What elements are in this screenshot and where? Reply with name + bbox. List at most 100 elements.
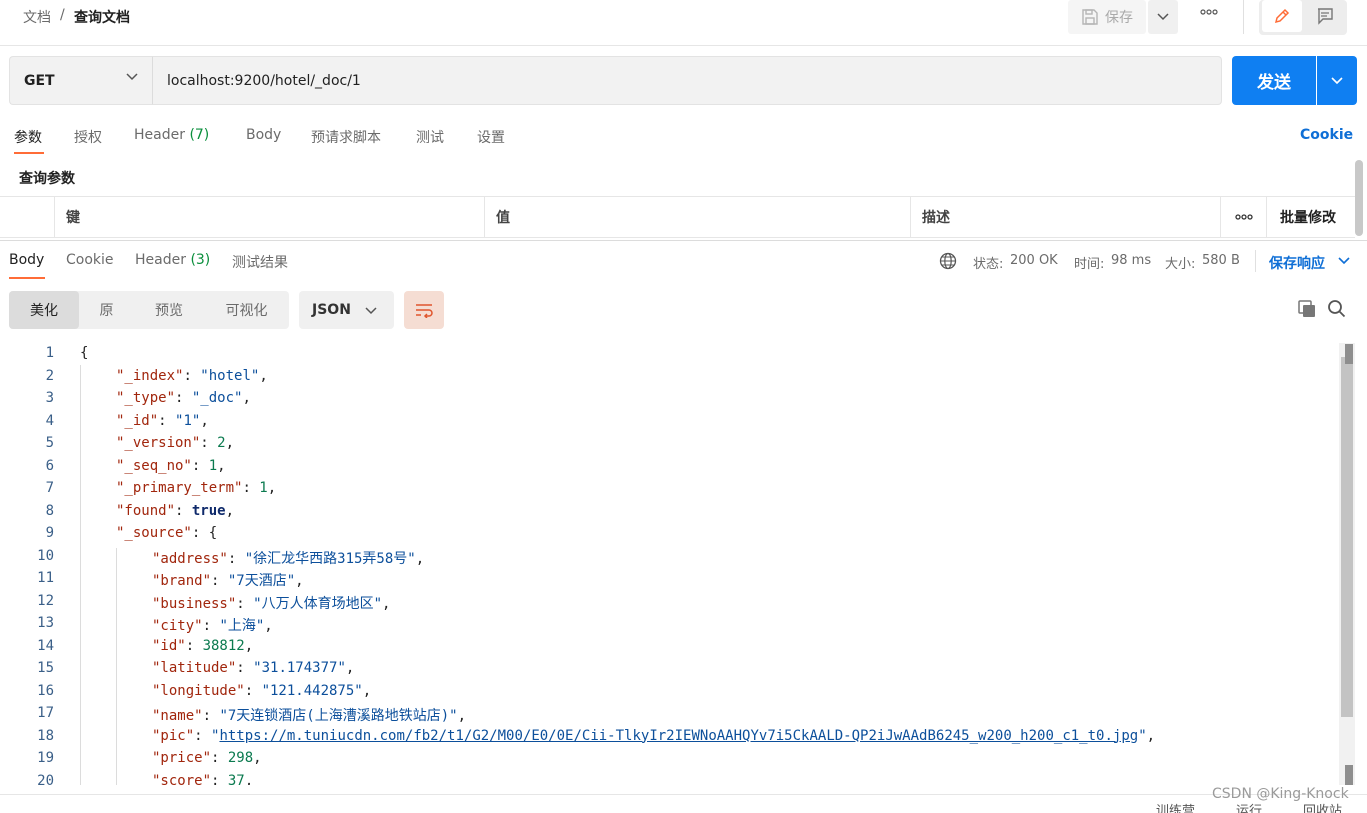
chevron-down-icon — [1331, 76, 1343, 84]
json-key: "found" — [116, 502, 176, 519]
json-token: 38812 — [202, 637, 245, 654]
editor-scroll-up[interactable] — [1345, 344, 1353, 364]
json-key: "_primary_term" — [116, 480, 243, 496]
json-token: : — [191, 457, 209, 474]
send-button[interactable]: 发送 — [1232, 56, 1316, 105]
json-token: : { — [191, 525, 218, 541]
format-value: JSON — [312, 302, 351, 318]
response-headers-count: (3) — [190, 252, 211, 268]
tab-body[interactable]: Body — [246, 127, 281, 143]
json-token: "徐汇龙华西路315弄58号" — [244, 550, 416, 567]
save-response-button[interactable]: 保存响应 — [1269, 253, 1325, 273]
indent-guide — [80, 365, 81, 785]
json-token: " — [1138, 727, 1147, 744]
chevron-down-icon — [365, 307, 377, 315]
globe-icon[interactable] — [939, 252, 957, 270]
json-token: , — [345, 660, 355, 676]
active-response-tab-indicator — [9, 277, 45, 279]
tab-headers[interactable]: Header (7) — [134, 127, 209, 143]
response-tab-body[interactable]: Body — [9, 252, 44, 268]
json-token: , — [225, 435, 235, 451]
line-number: 15 — [37, 660, 54, 676]
params-more-button[interactable] — [1220, 196, 1266, 238]
search-icon[interactable] — [1327, 299, 1347, 319]
time-value[interactable]: 98 ms — [1111, 253, 1151, 268]
json-token: , — [244, 772, 254, 786]
comments-mode-button[interactable] — [1305, 0, 1345, 32]
toolbar-divider — [1243, 0, 1244, 34]
json-url-link[interactable]: https://m.tuniucdn.com/fb2/t1/G2/M00/E0/… — [219, 728, 1138, 744]
json-token: 298 — [227, 750, 254, 766]
breadcrumb-parent[interactable]: 文档 — [23, 7, 51, 27]
footer-bootcamp[interactable]: 训练营 — [1156, 800, 1195, 813]
code-line: "price": 298, — [152, 750, 262, 766]
more-options-button[interactable] — [1194, 5, 1224, 27]
tab-prerequest-script[interactable]: 预请求脚本 — [311, 127, 381, 147]
send-dropdown-button[interactable] — [1317, 56, 1357, 105]
save-button[interactable]: 保存 — [1068, 0, 1146, 34]
json-token: : — [202, 708, 220, 724]
response-headers-label: Header — [135, 252, 186, 268]
wrap-lines-icon — [416, 304, 433, 318]
pane-divider[interactable] — [0, 240, 1367, 241]
bulk-edit-button[interactable]: 批量修改 — [1266, 196, 1355, 238]
view-pretty-button[interactable]: 美化 — [9, 291, 79, 329]
line-number: 17 — [37, 705, 54, 721]
response-tab-test-results[interactable]: 测试结果 — [232, 252, 288, 272]
response-body-editor[interactable]: 1 {2 "_index": "hotel", 3 "_type": "_doc", 4 "… — [0, 343, 1340, 785]
more-icon — [1234, 214, 1253, 220]
save-icon — [1082, 9, 1098, 25]
response-tab-headers[interactable]: Header (3) — [135, 252, 210, 268]
json-key: "latitude" — [152, 660, 237, 676]
tab-params[interactable]: 参数 — [14, 127, 42, 147]
json-token: , — [457, 708, 467, 724]
size-value[interactable]: 580 B — [1202, 253, 1240, 268]
comment-icon — [1318, 8, 1333, 25]
response-tab-cookies[interactable]: Cookie — [66, 252, 114, 268]
line-number: 16 — [37, 682, 54, 699]
json-token: : — [236, 595, 254, 612]
size-label: 大小: — [1165, 257, 1196, 272]
chevron-down-icon — [126, 73, 138, 81]
view-preview-button[interactable]: 预览 — [134, 291, 204, 329]
edit-mode-button[interactable] — [1262, 0, 1302, 32]
json-token: : — [211, 573, 228, 589]
status-divider — [1255, 250, 1256, 272]
wrap-lines-button[interactable] — [404, 291, 444, 329]
json-token: : — [194, 727, 212, 744]
view-raw-button[interactable]: 原 — [79, 291, 134, 329]
code-line: "_index": "hotel", — [116, 368, 268, 384]
json-token: : — [183, 367, 201, 384]
json-token: true — [191, 502, 226, 519]
chevron-down-icon[interactable] — [1337, 256, 1351, 266]
view-visualize-button[interactable]: 可视化 — [204, 291, 289, 329]
json-token: , — [382, 595, 391, 612]
json-token: { — [80, 345, 89, 361]
view-pretty-label: 美化 — [30, 303, 58, 319]
json-token: : — [185, 637, 203, 654]
code-line: "found": true, — [116, 503, 234, 519]
request-scrollbar[interactable] — [1355, 160, 1363, 236]
line-number: 8 — [45, 502, 54, 519]
json-token: "hotel" — [200, 367, 260, 384]
column-desc-label: 描述 — [922, 210, 950, 226]
tab-auth[interactable]: 授权 — [74, 127, 102, 147]
json-token: , — [200, 412, 209, 429]
copy-icon[interactable] — [1297, 299, 1317, 319]
json-token: : — [211, 750, 228, 766]
json-key: "price" — [152, 750, 212, 766]
code-line: "pic": "https://m.tuniucdn.com/fb2/t1/G2… — [152, 728, 1155, 744]
cookies-link[interactable]: Cookie — [1300, 127, 1353, 143]
view-preview-label: 预览 — [155, 303, 183, 319]
tab-settings[interactable]: 设置 — [477, 127, 505, 147]
tab-tests[interactable]: 测试 — [416, 127, 444, 147]
status-value[interactable]: 200 OK — [1010, 253, 1058, 268]
editor-scroll-down[interactable] — [1345, 765, 1353, 785]
json-token: 1 — [208, 457, 218, 474]
editor-scrollbar-thumb[interactable] — [1341, 357, 1353, 717]
format-select[interactable]: JSON — [299, 291, 394, 329]
save-dropdown-button[interactable] — [1148, 0, 1178, 34]
json-key: "city" — [152, 618, 203, 634]
url-input[interactable]: localhost:9200/hotel/_doc/1 — [153, 56, 1222, 105]
json-token: "_doc" — [191, 390, 243, 406]
